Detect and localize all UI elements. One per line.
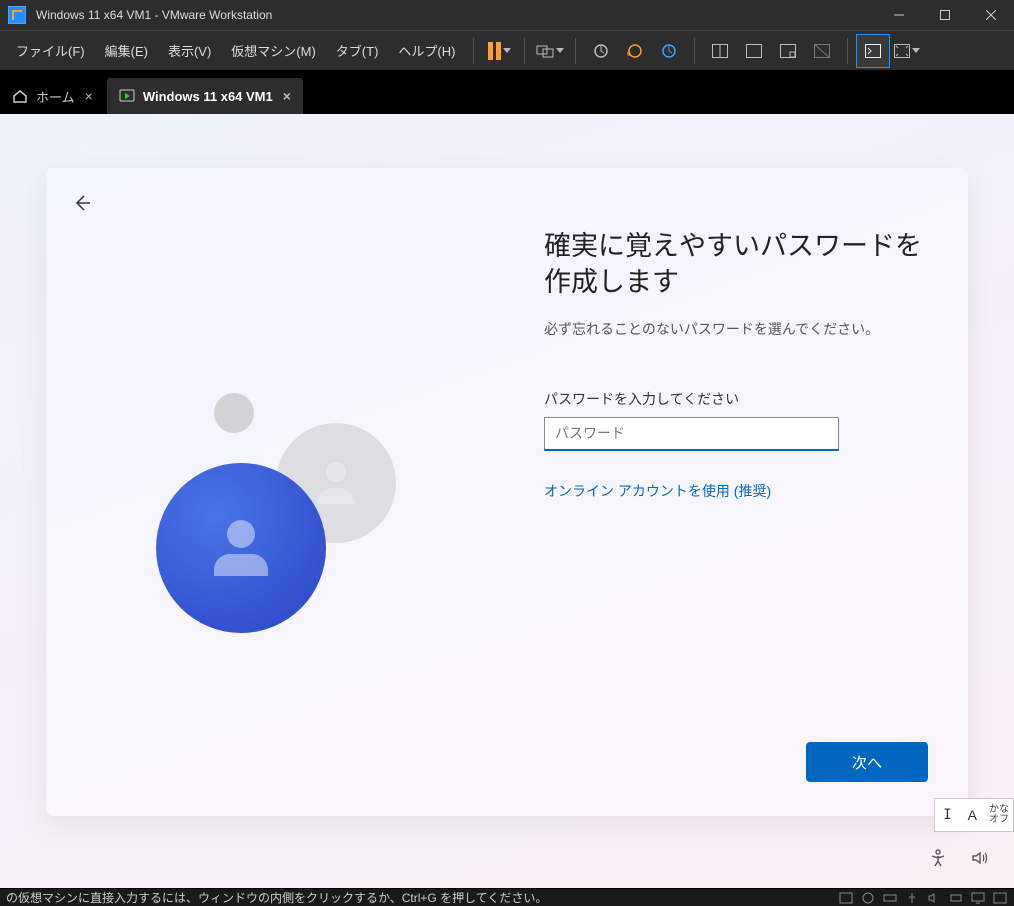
device-cd-icon[interactable] [860, 891, 876, 905]
device-more-icon[interactable] [992, 891, 1008, 905]
back-button[interactable] [70, 192, 92, 214]
tab-label: ホーム [36, 87, 75, 106]
layout-unity-icon [814, 44, 830, 58]
quick-switch-button[interactable] [856, 34, 890, 68]
fullscreen-button[interactable] [890, 34, 924, 68]
password-label: パスワードを入力してください [544, 389, 928, 409]
view-single-button[interactable] [703, 34, 737, 68]
menu-view[interactable]: 表示(V) [158, 35, 221, 66]
device-usb-icon[interactable] [904, 891, 920, 905]
hero-primary-avatar-icon [156, 463, 326, 633]
fullscreen-icon [894, 44, 910, 58]
vm-running-icon [119, 88, 135, 104]
device-sound-icon[interactable] [926, 891, 942, 905]
statusbar-hint: の仮想マシンに直接入力するには、ウィンドウの内側をクリックするか、Ctrl+G … [6, 889, 547, 906]
minimize-icon [894, 10, 904, 20]
tab-close-button[interactable]: × [283, 88, 291, 104]
toolbar-divider [694, 38, 695, 64]
menu-tabs[interactable]: タブ(T) [326, 35, 389, 66]
menu-edit[interactable]: 編集(E) [95, 35, 158, 66]
device-printer-icon[interactable] [948, 891, 964, 905]
accessibility-icon [928, 848, 948, 868]
guest-tray [928, 848, 990, 868]
pause-vm-button[interactable] [482, 34, 516, 68]
close-button[interactable] [968, 0, 1014, 30]
device-network-icon[interactable] [882, 891, 898, 905]
ime-mode-indicator[interactable]: A [960, 799, 985, 831]
close-icon [986, 10, 996, 20]
menu-file[interactable]: ファイル(F) [6, 35, 95, 66]
device-hdd-icon[interactable] [838, 891, 854, 905]
toolbar-divider [847, 38, 848, 64]
snapshot-manager-icon [660, 42, 678, 60]
ime-indicator[interactable]: I A かな オフ [934, 798, 1014, 832]
form-area: 確実に覚えやすいパスワードを作成します 必ず忘れることのないパスワードを選んでく… [544, 228, 928, 501]
layout-console-icon [746, 44, 762, 58]
maximize-button[interactable] [922, 0, 968, 30]
guest-viewport[interactable]: 確実に覚えやすいパスワードを作成します 必ず忘れることのないパスワードを選んでく… [0, 114, 1014, 888]
chevron-down-icon [556, 48, 564, 53]
tab-vm1[interactable]: Windows 11 x64 VM1 × [107, 78, 303, 114]
vm-tabstrip: ホーム × Windows 11 x64 VM1 × [0, 70, 1014, 114]
oobe-card: 確実に覚えやすいパスワードを作成します 必ず忘れることのないパスワードを選んでく… [46, 168, 968, 816]
snapshot-icon [592, 42, 610, 60]
page-subtitle: 必ず忘れることのないパスワードを選んでください。 [544, 319, 928, 339]
layout-single-icon [712, 44, 728, 58]
snapshot-take-button[interactable] [584, 34, 618, 68]
ime-cursor-indicator: I [935, 799, 959, 831]
maximize-icon [940, 10, 950, 20]
window-title: Windows 11 x64 VM1 - VMware Workstation [36, 8, 272, 22]
vmware-titlebar: Windows 11 x64 VM1 - VMware Workstation [0, 0, 1014, 30]
ime-kana-indicator[interactable]: かな オフ [985, 805, 1013, 825]
menu-help[interactable]: ヘルプ(H) [388, 35, 465, 66]
snapshot-revert-button[interactable] [618, 34, 652, 68]
home-icon [12, 88, 28, 104]
chevron-down-icon [503, 48, 511, 53]
page-title: 確実に覚えやすいパスワードを作成します [544, 228, 928, 301]
view-console-button[interactable] [737, 34, 771, 68]
volume-button[interactable] [970, 848, 990, 868]
toolbar-divider [575, 38, 576, 64]
toolbar-divider [524, 38, 525, 64]
pause-icon [488, 42, 501, 60]
arrow-left-icon [70, 192, 92, 214]
hero-dot-icon [214, 393, 254, 433]
vmware-menubar: ファイル(F) 編集(E) 表示(V) 仮想マシン(M) タブ(T) ヘルプ(H… [0, 30, 1014, 70]
chevron-down-icon [912, 48, 920, 53]
volume-icon [970, 848, 990, 868]
view-unity-button[interactable] [805, 34, 839, 68]
snapshot-revert-icon [626, 42, 644, 60]
next-button[interactable]: 次へ [806, 742, 928, 782]
snapshot-manager-button[interactable] [652, 34, 686, 68]
device-display-icon[interactable] [970, 891, 986, 905]
password-input[interactable] [544, 417, 839, 451]
statusbar-device-icons [838, 891, 1008, 905]
use-online-account-link[interactable]: オンライン アカウントを使用 (推奨) [544, 481, 771, 501]
menu-vm[interactable]: 仮想マシン(M) [221, 35, 326, 66]
tab-close-button[interactable]: × [85, 88, 93, 104]
layout-thumbnail-icon [780, 44, 796, 58]
tab-label: Windows 11 x64 VM1 [143, 89, 273, 104]
send-cad-button[interactable] [533, 34, 567, 68]
minimize-button[interactable] [876, 0, 922, 30]
console-icon [865, 44, 881, 58]
tab-home[interactable]: ホーム × [0, 78, 105, 114]
send-keys-icon [536, 42, 554, 60]
vmware-logo-icon [8, 6, 26, 24]
view-thumbnail-button[interactable] [771, 34, 805, 68]
toolbar-divider [473, 38, 474, 64]
vmware-statusbar: の仮想マシンに直接入力するには、ウィンドウの内側をクリックするか、Ctrl+G … [0, 888, 1014, 906]
hero-illustration [156, 393, 416, 653]
accessibility-button[interactable] [928, 848, 948, 868]
